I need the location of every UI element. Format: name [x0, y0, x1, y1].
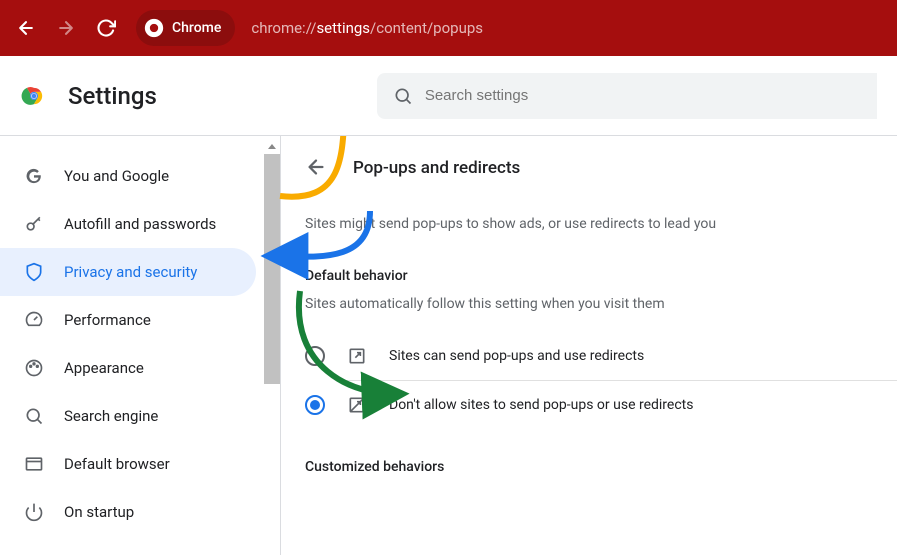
option-block-popups[interactable]: Don't allow sites to send pop-ups or use… — [305, 385, 897, 425]
sidebar-item-default-browser[interactable]: Default browser — [0, 440, 256, 488]
sidebar-item-label: Search engine — [64, 407, 158, 425]
sidebar-item-privacy[interactable]: Privacy and security — [0, 248, 256, 296]
sidebar-item-label: Privacy and security — [64, 263, 197, 281]
power-icon — [24, 502, 44, 522]
sidebar-item-search-engine[interactable]: Search engine — [0, 392, 256, 440]
key-icon — [24, 214, 44, 234]
radio-selected-icon[interactable] — [305, 395, 325, 415]
sidebar-item-appearance[interactable]: Appearance — [0, 344, 256, 392]
sidebar-item-you-and-google[interactable]: You and Google — [0, 152, 256, 200]
forward-nav-button[interactable] — [48, 10, 84, 46]
site-chip-label: Chrome — [172, 20, 221, 36]
content-page-title: Pop-ups and redirects — [353, 158, 520, 178]
search-icon — [393, 86, 413, 106]
search-icon — [24, 406, 44, 426]
sidebar-item-label: Autofill and passwords — [64, 215, 216, 233]
content-back-button[interactable] — [305, 156, 329, 180]
page-app-title: Settings — [68, 82, 157, 110]
default-behavior-heading: Default behavior — [305, 268, 897, 284]
content-description: Sites might send pop-ups to show ads, or… — [305, 216, 897, 232]
sidebar-item-label: Default browser — [64, 455, 170, 473]
sidebar-item-label: Performance — [64, 311, 151, 329]
speedometer-icon — [24, 310, 44, 330]
settings-header: Settings — [0, 56, 897, 136]
back-nav-button[interactable] — [8, 10, 44, 46]
settings-content: Pop-ups and redirects Sites might send p… — [281, 136, 897, 555]
search-settings-input[interactable] — [425, 87, 861, 104]
sidebar-item-autofill[interactable]: Autofill and passwords — [0, 200, 256, 248]
sidebar-item-label: On startup — [64, 503, 134, 521]
scrollbar-thumb[interactable] — [264, 154, 280, 384]
shield-icon — [24, 262, 44, 282]
chrome-icon — [144, 18, 164, 38]
palette-icon — [24, 358, 44, 378]
popup-open-icon — [347, 346, 367, 366]
radio-unselected-icon[interactable] — [305, 346, 325, 366]
reload-button[interactable] — [88, 10, 124, 46]
sidebar-item-on-startup[interactable]: On startup — [0, 488, 256, 536]
chrome-logo-icon — [20, 82, 48, 110]
customized-behaviors-heading: Customized behaviors — [305, 459, 897, 475]
sidebar-scrollbar[interactable] — [264, 140, 280, 555]
address-bar[interactable]: chrome://settings/content/popups — [251, 19, 483, 37]
popup-blocked-icon — [347, 395, 367, 415]
browser-toolbar: Chrome chrome://settings/content/popups — [0, 0, 897, 56]
option-allow-popups[interactable]: Sites can send pop-ups and use redirects — [305, 336, 897, 376]
search-settings-box[interactable] — [377, 73, 877, 119]
google-g-icon — [24, 166, 44, 186]
default-behavior-subtext: Sites automatically follow this setting … — [305, 296, 897, 312]
option-allow-label: Sites can send pop-ups and use redirects — [389, 348, 644, 364]
settings-sidebar: You and Google Autofill and passwords Pr… — [0, 136, 280, 555]
sidebar-item-label: Appearance — [64, 359, 144, 377]
site-chip[interactable]: Chrome — [136, 10, 235, 46]
sidebar-item-label: You and Google — [64, 167, 169, 185]
browser-icon — [24, 454, 44, 474]
sidebar-item-performance[interactable]: Performance — [0, 296, 256, 344]
option-divider — [347, 380, 897, 381]
scroll-up-arrow-icon — [264, 140, 280, 154]
option-block-label: Don't allow sites to send pop-ups or use… — [389, 397, 693, 413]
